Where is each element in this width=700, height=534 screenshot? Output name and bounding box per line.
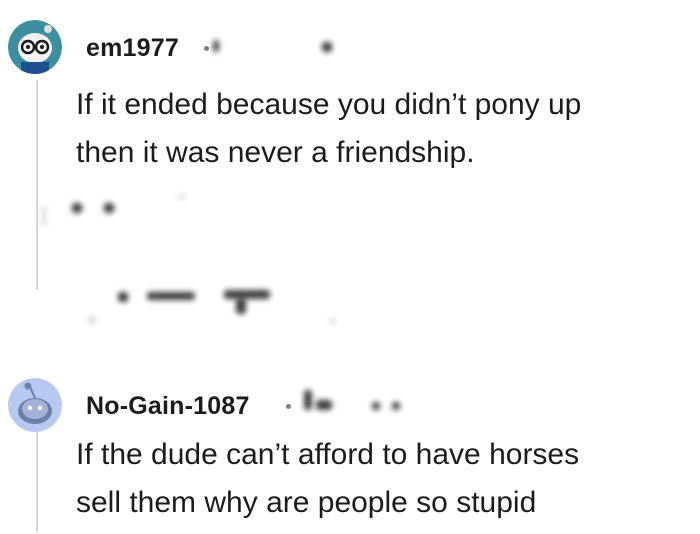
meta-dot [204, 46, 209, 51]
username[interactable]: No-Gain-1087 [86, 392, 250, 421]
blurred-action-icon[interactable] [72, 203, 82, 213]
blurred-action-icon [88, 316, 96, 324]
blurred-award-icon [213, 40, 219, 52]
nerd-snoo-avatar-icon [8, 20, 62, 74]
comment-no-gain-1087: No-Gain-1087 If the dude can’t afford to… [0, 360, 700, 534]
blurred-action-icon [42, 206, 46, 226]
blurred-vote-button[interactable] [224, 290, 270, 299]
blurred-action-icon [330, 318, 336, 324]
blurred-action-icon [178, 195, 186, 199]
blurred-vote-button[interactable] [147, 292, 195, 300]
blurred-award-icon [372, 402, 380, 410]
comment-body-line: If the dude can’t afford to have horses [76, 438, 580, 471]
avatar[interactable] [8, 20, 62, 74]
comment-body-line: sell them why are people so stupid [76, 486, 537, 519]
username[interactable]: em1977 [86, 34, 179, 63]
blurred-award-icon [316, 400, 332, 410]
default-snoo-avatar-icon [8, 378, 62, 432]
avatar[interactable] [8, 378, 62, 432]
comment-body-line: then it was never a friendship. [76, 136, 475, 169]
blurred-vote-button[interactable] [236, 298, 246, 314]
comment-body-line: If it ended because you didn’t pony up [76, 88, 582, 121]
meta-dot [286, 404, 291, 409]
blurred-vote-button[interactable] [118, 292, 128, 302]
blurred-action-icon[interactable] [104, 203, 114, 213]
blurred-award-icon [392, 402, 400, 410]
comment-em1977: em1977 If it ended because you didn’t po… [0, 0, 700, 340]
blurred-award-icon [322, 42, 332, 52]
blurred-award-icon [304, 390, 312, 410]
